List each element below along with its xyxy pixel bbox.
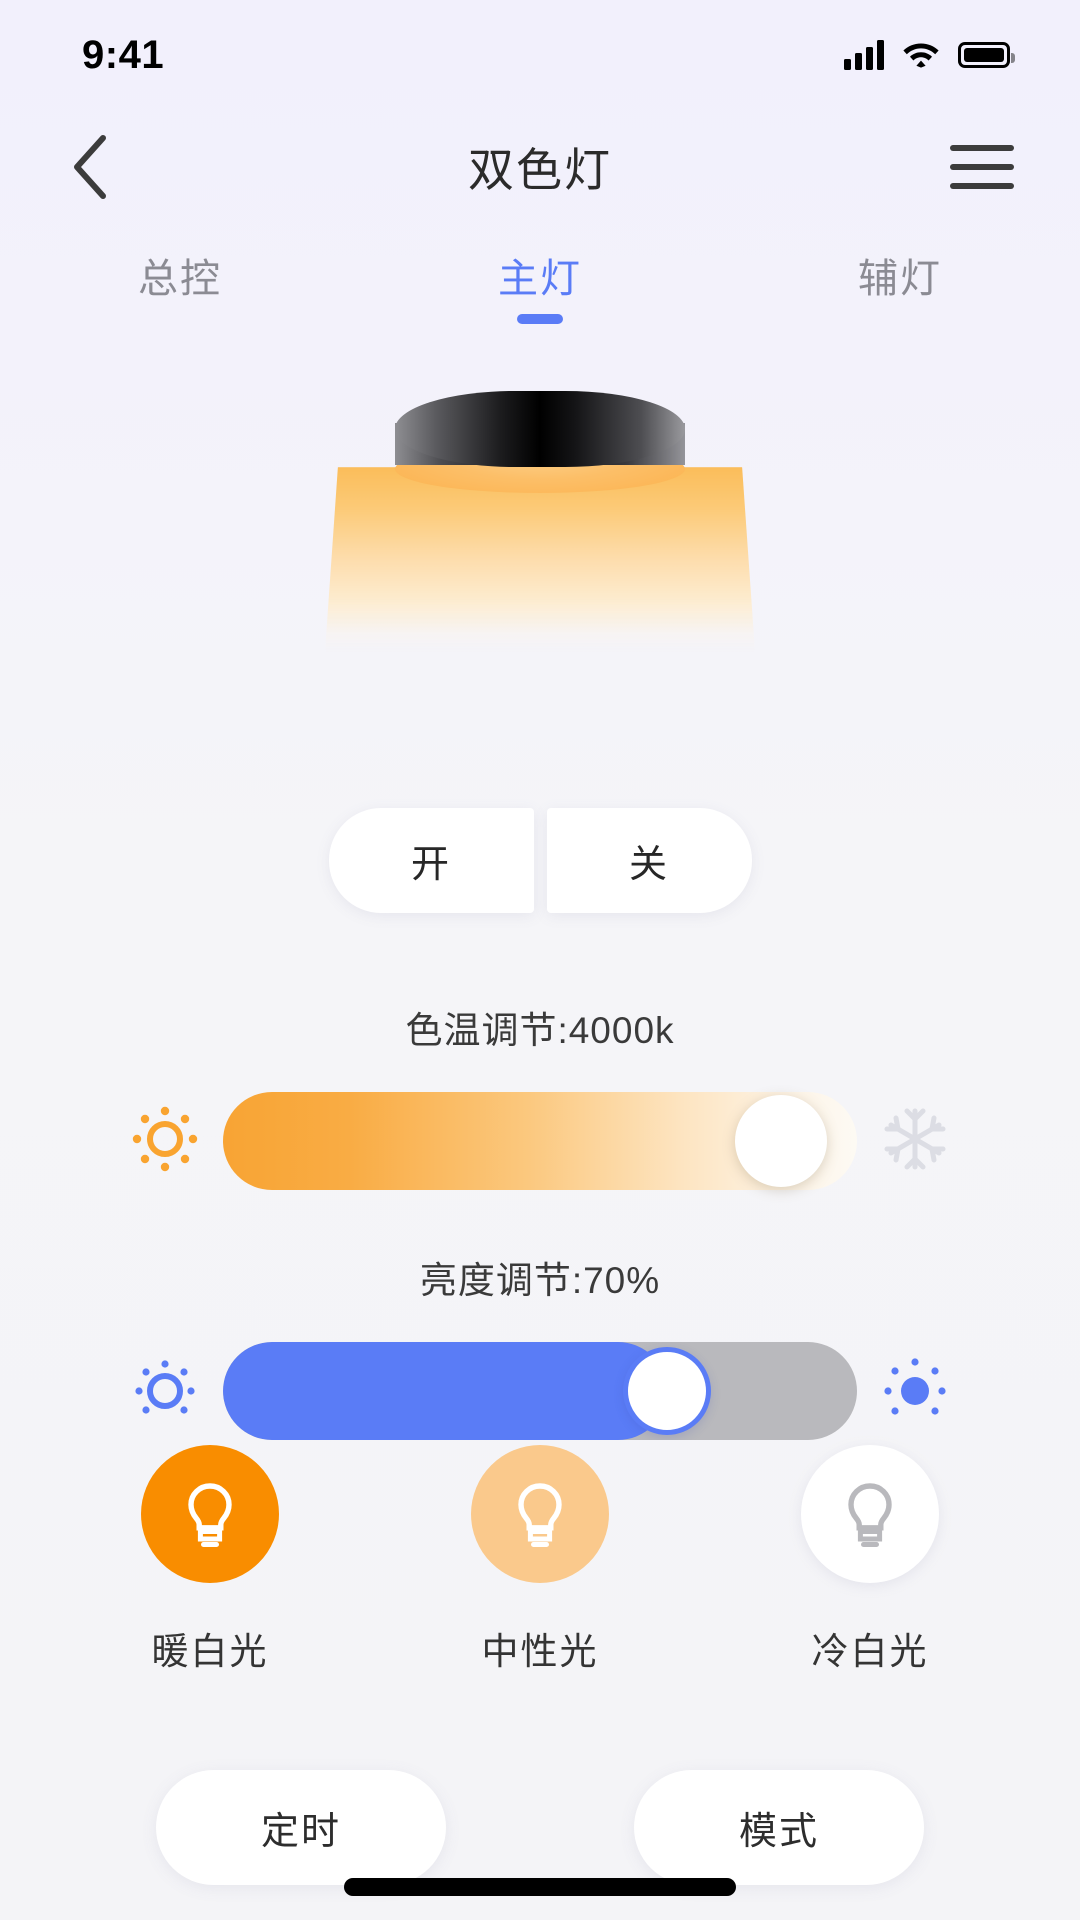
sun-warm-icon bbox=[129, 1103, 201, 1180]
preset-label: 暖白光 bbox=[151, 1631, 269, 1672]
tab-underline bbox=[157, 314, 203, 324]
brightness-high-icon bbox=[879, 1353, 951, 1430]
brightness-slider-thumb[interactable] bbox=[622, 1347, 711, 1435]
brightness-low-icon bbox=[129, 1353, 201, 1430]
brightness-slider-row bbox=[0, 1342, 1080, 1440]
status-icons bbox=[844, 38, 1015, 73]
light-bulb-icon bbox=[188, 1483, 232, 1547]
tab-label: 总控 bbox=[138, 257, 222, 301]
light-bulb-icon bbox=[518, 1483, 562, 1547]
tab-bar: 总控 主灯 辅灯 bbox=[0, 240, 1080, 340]
light-bulb-icon bbox=[848, 1483, 892, 1547]
tab-auxiliary-light[interactable]: 辅灯 bbox=[720, 240, 1080, 340]
ceiling-lamp-illustration bbox=[0, 385, 1080, 665]
preset-cool-white[interactable]: 冷白光 bbox=[765, 1445, 975, 1675]
brightness-slider[interactable] bbox=[223, 1342, 857, 1440]
tab-main-light[interactable]: 主灯 bbox=[360, 240, 720, 340]
back-button[interactable] bbox=[50, 127, 130, 207]
lamp-body-top bbox=[395, 391, 685, 467]
power-on-button[interactable]: 开 bbox=[328, 808, 534, 913]
preset-circle[interactable] bbox=[801, 1445, 939, 1583]
tab-underline bbox=[517, 314, 563, 324]
wifi-icon bbox=[902, 38, 940, 73]
tab-master-control[interactable]: 总控 bbox=[0, 240, 360, 340]
preset-label: 中性光 bbox=[481, 1631, 599, 1672]
snowflake-icon bbox=[879, 1103, 951, 1180]
brightness-section: 亮度调节:70% bbox=[0, 1250, 1080, 1440]
tab-label: 辅灯 bbox=[858, 257, 942, 301]
tab-underline bbox=[877, 314, 923, 324]
menu-button[interactable] bbox=[942, 127, 1022, 207]
power-off-button[interactable]: 关 bbox=[546, 808, 752, 913]
preset-circle[interactable] bbox=[141, 1445, 279, 1583]
preset-warm-white[interactable]: 暖白光 bbox=[105, 1445, 315, 1675]
hamburger-menu-icon bbox=[950, 145, 1014, 151]
color-temperature-caption: 色温调节:4000k bbox=[405, 1010, 675, 1051]
color-temperature-section: 色温调节:4000k bbox=[0, 1000, 1080, 1190]
color-temperature-slider[interactable] bbox=[223, 1092, 857, 1190]
preset-neutral-white[interactable]: 中性光 bbox=[435, 1445, 645, 1675]
page-title: 双色灯 bbox=[468, 144, 612, 196]
brightness-slider-fill bbox=[223, 1342, 667, 1440]
color-temperature-slider-row bbox=[0, 1092, 1080, 1190]
power-button-group: 开 关 bbox=[0, 808, 1080, 913]
cellular-signal-icon bbox=[844, 40, 884, 70]
preset-circle[interactable] bbox=[471, 1445, 609, 1583]
chevron-left-icon bbox=[74, 135, 106, 199]
home-indicator bbox=[344, 1878, 736, 1896]
lamp-light-beam bbox=[325, 467, 755, 652]
color-temperature-slider-thumb[interactable] bbox=[734, 1095, 827, 1187]
bottom-action-bar: 定时 模式 bbox=[0, 1770, 1080, 1885]
status-bar: 9:41 bbox=[0, 0, 1080, 110]
mode-button[interactable]: 模式 bbox=[634, 1770, 924, 1885]
tab-label: 主灯 bbox=[498, 257, 582, 301]
app-header: 双色灯 bbox=[0, 112, 1080, 222]
battery-full-icon bbox=[958, 42, 1015, 68]
status-time: 9:41 bbox=[82, 32, 165, 77]
light-preset-group: 暖白光 中性光 冷白光 bbox=[0, 1445, 1080, 1675]
timer-button[interactable]: 定时 bbox=[156, 1770, 446, 1885]
preset-label: 冷白光 bbox=[811, 1631, 929, 1672]
brightness-caption: 亮度调节:70% bbox=[419, 1260, 661, 1301]
